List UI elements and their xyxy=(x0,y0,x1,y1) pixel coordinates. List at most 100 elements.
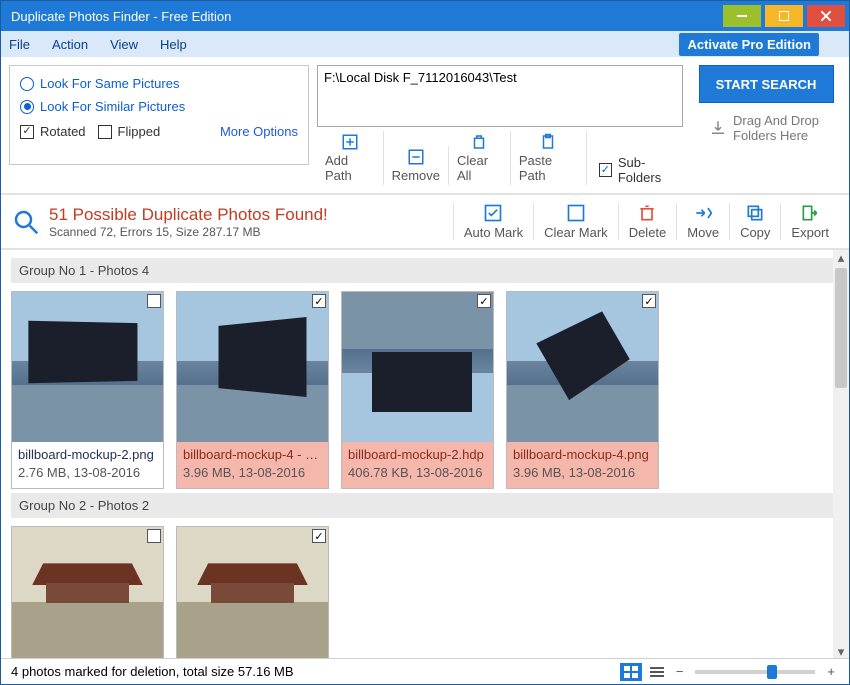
thumbnail-image xyxy=(177,527,328,660)
add-path-button[interactable]: Add Path xyxy=(317,131,384,185)
checkbox-label: Rotated xyxy=(40,124,86,139)
act-label: Export xyxy=(791,225,829,240)
scrollbar[interactable]: ▴▾ xyxy=(833,250,849,660)
group-header[interactable]: Group No 1 - Photos 4 xyxy=(11,258,839,283)
minimize-button[interactable] xyxy=(723,5,761,27)
zoom-in-button[interactable]: + xyxy=(823,664,839,679)
thumbnail-filename: billboard-mockup-2.hdp xyxy=(348,446,487,464)
search-icon xyxy=(11,207,41,237)
checkbox-flipped[interactable]: Flipped xyxy=(98,124,161,139)
app-title: Duplicate Photos Finder - Free Edition xyxy=(11,9,723,24)
thumbnail-info: 2.76 MB, 13-08-2016 xyxy=(18,464,157,482)
scroll-up-icon[interactable]: ▴ xyxy=(833,250,849,266)
thumbnail-image xyxy=(177,292,328,442)
act-label: Delete xyxy=(629,225,667,240)
act-label: Auto Mark xyxy=(464,225,523,240)
radio-similar-pictures[interactable]: Look For Similar Pictures xyxy=(20,99,298,114)
thumbnail-filename: billboard-mockup-2.png xyxy=(18,446,157,464)
zoom-slider[interactable] xyxy=(695,670,815,674)
thumbnail-item[interactable]: billboard-mockup-2.png2.76 MB, 13-08-201… xyxy=(11,291,164,489)
thumbnail-checkbox[interactable]: ✓ xyxy=(642,294,656,308)
clear-mark-button[interactable]: Clear Mark xyxy=(533,203,618,240)
thumbnail-item[interactable]: ✓ billboard-mockup-2.hdp406.78 KB, 13-08-… xyxy=(341,291,494,489)
slider-knob[interactable] xyxy=(767,665,777,679)
more-options-link[interactable]: More Options xyxy=(220,124,298,139)
thumbnail-filename: billboard-mockup-4.png xyxy=(513,446,652,464)
statusbar-text: 4 photos marked for deletion, total size… xyxy=(11,664,294,679)
thumbnail-meta: billboard-mockup-2.hdp406.78 KB, 13-08-2… xyxy=(342,442,493,488)
drag-drop-label: Drag And Drop Folders Here xyxy=(733,113,823,143)
thumbnail-image xyxy=(12,292,163,442)
statusbar: 4 photos marked for deletion, total size… xyxy=(1,658,849,684)
thumbnail-info: 3.96 MB, 13-08-2016 xyxy=(513,464,652,482)
act-label: Clear Mark xyxy=(544,225,608,240)
thumbnail-meta: billboard-mockup-4 - Copy.png3.96 MB, 13… xyxy=(177,442,328,488)
thumbnail-info: 406.78 KB, 13-08-2016 xyxy=(348,464,487,482)
thumbnail-image xyxy=(342,292,493,442)
menu-action[interactable]: Action xyxy=(52,37,88,52)
menu-help[interactable]: Help xyxy=(160,37,187,52)
menubar: File Action View Help Activate Pro Editi… xyxy=(1,31,849,57)
remove-path-button[interactable]: Remove xyxy=(384,146,449,185)
tool-label: Remove xyxy=(392,168,440,183)
radio-same-pictures[interactable]: Look For Same Pictures xyxy=(20,76,298,91)
radio-icon xyxy=(20,100,34,114)
actionbar: 51 Possible Duplicate Photos Found! Scan… xyxy=(1,195,849,250)
checkbox-rotated[interactable]: Rotated xyxy=(20,124,86,139)
thumbnail-meta: billboard-mockup-2.png2.76 MB, 13-08-201… xyxy=(12,442,163,488)
zoom-out-button[interactable]: − xyxy=(672,664,688,679)
thumbnails-view-button[interactable] xyxy=(620,663,642,681)
checkbox-label: Flipped xyxy=(118,124,161,139)
checkbox-subfolders[interactable]: Sub-Folders xyxy=(599,155,683,185)
thumbnail-checkbox[interactable]: ✓ xyxy=(312,294,326,308)
export-button[interactable]: Export xyxy=(780,203,839,240)
drag-drop-hint: Drag And Drop Folders Here xyxy=(709,113,823,143)
paste-path-button[interactable]: Paste Path xyxy=(511,131,587,185)
copy-button[interactable]: Copy xyxy=(729,203,780,240)
thumbnail-meta: billboard-mockup-4.png3.96 MB, 13-08-201… xyxy=(507,442,658,488)
thumbnail-checkbox[interactable]: ✓ xyxy=(312,529,326,543)
activate-pro-link[interactable]: Activate Pro Edition xyxy=(679,33,819,56)
results-title: 51 Possible Duplicate Photos Found! xyxy=(49,205,328,225)
thumbnail-info: 3.96 MB, 13-08-2016 xyxy=(183,464,322,482)
radio-label: Look For Similar Pictures xyxy=(40,99,185,114)
start-search-button[interactable]: START SEARCH xyxy=(699,65,834,103)
thumbnail-item[interactable]: ✓ billboard-mockup-4 - Copy.png3.96 MB, 1… xyxy=(176,291,329,489)
checkbox-label: Sub-Folders xyxy=(618,155,683,185)
scrollbar-thumb[interactable] xyxy=(835,268,847,388)
list-view-button[interactable] xyxy=(646,663,668,681)
maximize-button[interactable] xyxy=(765,5,803,27)
thumbnail-item[interactable]: ✓ billboard-mockup-4.png3.96 MB, 13-08-20… xyxy=(506,291,659,489)
tool-label: Clear All xyxy=(457,153,502,183)
thumbnail-image xyxy=(507,292,658,442)
thumbnail-row: billboard-mockup-2.png2.76 MB, 13-08-201… xyxy=(11,291,839,489)
search-mode-panel: Look For Same Pictures Look For Similar … xyxy=(9,65,309,165)
toolbar: Look For Same Pictures Look For Similar … xyxy=(1,57,849,195)
results-area[interactable]: Group No 1 - Photos 4 billboard-mockup-2.… xyxy=(1,250,849,660)
auto-mark-button[interactable]: Auto Mark xyxy=(453,203,533,240)
titlebar: Duplicate Photos Finder - Free Edition xyxy=(1,1,849,31)
thumbnail-checkbox[interactable] xyxy=(147,529,161,543)
move-button[interactable]: Move xyxy=(676,203,729,240)
thumbnail-checkbox[interactable]: ✓ xyxy=(477,294,491,308)
thumbnail-item[interactable]: ✓ xyxy=(176,526,329,660)
thumbnail-item[interactable] xyxy=(11,526,164,660)
path-input[interactable] xyxy=(317,65,683,127)
delete-button[interactable]: Delete xyxy=(618,203,677,240)
download-icon xyxy=(709,119,727,137)
checkbox-icon xyxy=(599,163,612,177)
thumbnail-checkbox[interactable] xyxy=(147,294,161,308)
results-subtitle: Scanned 72, Errors 15, Size 287.17 MB xyxy=(49,225,328,239)
radio-icon xyxy=(20,77,34,91)
tool-label: Paste Path xyxy=(519,153,578,183)
close-button[interactable] xyxy=(807,5,845,27)
thumbnail-row: ✓ xyxy=(11,526,839,660)
checkbox-icon xyxy=(98,125,112,139)
clear-all-button[interactable]: Clear All xyxy=(449,131,511,185)
menu-file[interactable]: File xyxy=(9,37,30,52)
act-label: Move xyxy=(687,225,719,240)
menu-view[interactable]: View xyxy=(110,37,138,52)
radio-label: Look For Same Pictures xyxy=(40,76,179,91)
group-header[interactable]: Group No 2 - Photos 2 xyxy=(11,493,839,518)
act-label: Copy xyxy=(740,225,770,240)
